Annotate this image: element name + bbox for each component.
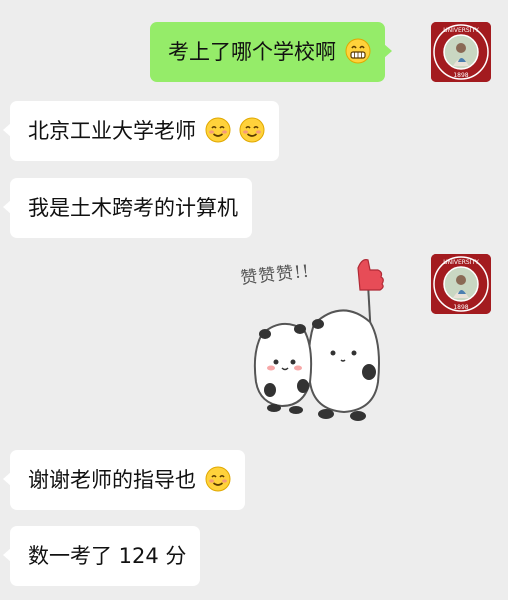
- avatar[interactable]: UNIVERSITY 1898: [431, 22, 491, 82]
- message-bubble-incoming[interactable]: 北京工业大学老师: [2, 101, 280, 161]
- message-text: 数一考了 124 分: [28, 544, 187, 568]
- smile-emoji-icon: [205, 117, 231, 143]
- panda-thumbs-up-icon: [253, 259, 384, 421]
- svg-text:1898: 1898: [453, 72, 468, 79]
- smile-emoji-icon: [239, 117, 265, 143]
- grin-emoji-icon: [345, 38, 371, 64]
- message-text: 我是土木跨考的计算机: [28, 196, 238, 220]
- message-bubble-incoming[interactable]: 数一考了 124 分: [2, 526, 201, 586]
- svg-text:1898: 1898: [453, 304, 468, 311]
- university-seal-icon: UNIVERSITY 1898: [431, 254, 491, 314]
- message-text: 考上了哪个学校啊: [168, 40, 336, 64]
- message-bubble-incoming[interactable]: 我是土木跨考的计算机: [3, 178, 252, 238]
- message-bubble-outgoing[interactable]: 考上了哪个学校啊: [150, 22, 392, 82]
- university-seal-icon: UNIVERSITY 1898: [431, 22, 491, 82]
- svg-text:UNIVERSITY: UNIVERSITY: [443, 27, 479, 34]
- smile-emoji-icon: [205, 466, 231, 492]
- message-text: 谢谢老师的指导也: [28, 468, 196, 492]
- avatar[interactable]: UNIVERSITY 1898: [431, 254, 491, 314]
- panda-sticker[interactable]: 赞赞赞!!: [240, 254, 402, 430]
- message-text: 北京工业大学老师: [28, 119, 196, 143]
- svg-text:UNIVERSITY: UNIVERSITY: [443, 259, 479, 266]
- message-bubble-incoming[interactable]: 谢谢老师的指导也: [3, 450, 245, 510]
